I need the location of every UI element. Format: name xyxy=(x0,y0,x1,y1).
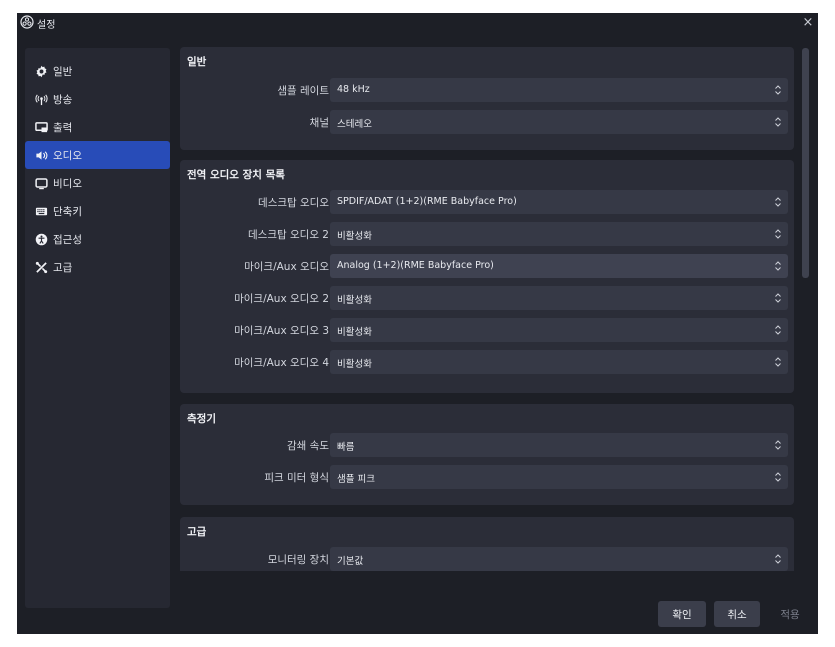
ok-button[interactable]: 확인 xyxy=(658,601,706,627)
section-title: 측정기 xyxy=(187,413,216,425)
sidebar-item-stream[interactable]: 방송 xyxy=(25,85,170,113)
chevron-updown-icon xyxy=(775,325,781,335)
desktop-audio-2-label: 데스크탑 오디오 2 xyxy=(248,229,329,241)
select-value: 기본값 xyxy=(337,556,364,567)
desktop-audio-2-select[interactable]: 비활성화 xyxy=(330,222,788,246)
chevron-updown-icon xyxy=(775,229,781,239)
sidebar-item-general[interactable]: 일반 xyxy=(25,57,170,85)
mic-aux-audio-4-label: 마이크/Aux 오디오 4 xyxy=(234,357,329,369)
section-title: 일반 xyxy=(187,56,207,68)
chevron-updown-icon xyxy=(775,357,781,367)
sample-rate-row: 샘플 레이트 48 kHz xyxy=(180,78,794,102)
desktop-audio-label: 데스크탑 오디오 xyxy=(258,197,329,209)
output-icon xyxy=(34,120,48,134)
keyboard-icon xyxy=(34,204,48,218)
mic-aux-audio-4-select[interactable]: 비활성화 xyxy=(330,350,788,374)
title-bar: 설정 × xyxy=(17,13,818,33)
sidebar-item-hotkeys[interactable]: 단축키 xyxy=(25,197,170,225)
decay-rate-select[interactable]: 빠름 xyxy=(330,433,788,457)
mic-aux-audio-label: 마이크/Aux 오디오 xyxy=(244,261,329,273)
decay-rate-label: 감쇄 속도 xyxy=(287,440,329,452)
global-audio-devices-section: 전역 오디오 장치 목록 데스크탑 오디오 SPDIF/ADAT (1+2)(R… xyxy=(180,160,794,393)
content-scrollbar[interactable] xyxy=(800,48,812,572)
obs-logo-icon xyxy=(20,15,34,29)
antenna-icon xyxy=(34,92,48,106)
desktop-audio-2-row: 데스크탑 오디오 2 비활성화 xyxy=(180,222,794,246)
select-value: 스테레오 xyxy=(337,119,372,130)
tools-icon xyxy=(34,260,48,274)
select-value: 샘플 피크 xyxy=(337,474,375,485)
sidebar-item-label: 방송 xyxy=(53,93,73,106)
channels-select[interactable]: 스테레오 xyxy=(330,110,788,134)
sidebar-item-label: 출력 xyxy=(53,121,73,134)
channels-row: 채널 스테레오 xyxy=(180,110,794,134)
monitor-icon xyxy=(34,176,48,190)
mic-aux-audio-4-row: 마이크/Aux 오디오 4 비활성화 xyxy=(180,350,794,374)
select-value: 빠름 xyxy=(337,442,355,453)
sidebar-item-audio[interactable]: 오디오 xyxy=(25,141,170,169)
chevron-updown-icon xyxy=(775,261,781,271)
chevron-updown-icon xyxy=(775,554,781,564)
channels-label: 채널 xyxy=(309,117,329,129)
chevron-updown-icon xyxy=(775,440,781,450)
peak-meter-type-select[interactable]: 샘플 피크 xyxy=(330,465,788,489)
sidebar-item-label: 고급 xyxy=(53,261,73,274)
sidebar-item-label: 일반 xyxy=(53,65,73,78)
chevron-updown-icon xyxy=(775,117,781,127)
select-value: SPDIF/ADAT (1+2)(RME Babyface Pro) xyxy=(337,196,517,207)
monitoring-device-label: 모니터링 장치 xyxy=(267,554,329,566)
general-section: 일반 샘플 레이트 48 kHz 채널 스테레오 xyxy=(180,47,794,150)
speaker-icon xyxy=(34,148,48,162)
mic-aux-audio-2-label: 마이크/Aux 오디오 2 xyxy=(234,293,329,305)
window-title: 설정 xyxy=(37,20,56,31)
select-value: Analog (1+2)(RME Babyface Pro) xyxy=(337,260,494,271)
sidebar-item-label: 비디오 xyxy=(53,177,82,190)
sidebar-item-advanced[interactable]: 고급 xyxy=(25,253,170,281)
sidebar-item-label: 오디오 xyxy=(53,149,82,162)
select-value: 48 kHz xyxy=(337,84,370,95)
meters-section: 측정기 감쇄 속도 빠름 피크 미터 형식 샘플 피크 xyxy=(180,404,794,505)
mic-aux-audio-3-label: 마이크/Aux 오디오 3 xyxy=(234,325,329,337)
close-icon[interactable]: × xyxy=(800,14,816,31)
monitoring-device-select[interactable]: 기본값 xyxy=(330,547,788,571)
chevron-updown-icon xyxy=(775,472,781,482)
select-value: 비활성화 xyxy=(337,231,372,242)
section-title: 전역 오디오 장치 목록 xyxy=(187,169,285,181)
sample-rate-select[interactable]: 48 kHz xyxy=(330,78,788,102)
sidebar-item-video[interactable]: 비디오 xyxy=(25,169,170,197)
section-title: 고급 xyxy=(187,526,207,538)
mic-aux-audio-2-row: 마이크/Aux 오디오 2 비활성화 xyxy=(180,286,794,310)
scrollbar-thumb[interactable] xyxy=(802,48,809,278)
sidebar-item-accessibility[interactable]: 접근성 xyxy=(25,225,170,253)
cancel-button[interactable]: 취소 xyxy=(714,601,760,627)
mic-aux-audio-select[interactable]: Analog (1+2)(RME Babyface Pro) xyxy=(330,254,788,278)
peak-meter-type-label: 피크 미터 형식 xyxy=(264,472,329,484)
decay-rate-row: 감쇄 속도 빠름 xyxy=(180,433,794,457)
accessibility-icon xyxy=(34,232,48,246)
chevron-updown-icon xyxy=(775,85,781,95)
mic-aux-audio-3-select[interactable]: 비활성화 xyxy=(330,318,788,342)
select-value: 비활성화 xyxy=(337,327,372,338)
select-value: 비활성화 xyxy=(337,295,372,306)
desktop-audio-row: 데스크탑 오디오 SPDIF/ADAT (1+2)(RME Babyface P… xyxy=(180,190,794,214)
mic-aux-audio-3-row: 마이크/Aux 오디오 3 비활성화 xyxy=(180,318,794,342)
sample-rate-label: 샘플 레이트 xyxy=(277,85,329,97)
sidebar-item-label: 접근성 xyxy=(53,233,82,246)
settings-sidebar: 일반 방송 출력 오디오 비디오 단축키 접근성 고급 xyxy=(25,48,170,608)
monitoring-device-row: 모니터링 장치 기본값 xyxy=(180,547,794,571)
settings-window: 설정 × 일반 방송 출력 오디오 비디오 단축키 접근성 고급 일반 샘플 레… xyxy=(17,13,818,634)
mic-aux-audio-2-select[interactable]: 비활성화 xyxy=(330,286,788,310)
desktop-audio-select[interactable]: SPDIF/ADAT (1+2)(RME Babyface Pro) xyxy=(330,190,788,214)
chevron-updown-icon xyxy=(775,293,781,303)
gear-icon xyxy=(34,64,48,78)
chevron-updown-icon xyxy=(775,197,781,207)
mic-aux-audio-row: 마이크/Aux 오디오 Analog (1+2)(RME Babyface Pr… xyxy=(180,254,794,278)
sidebar-item-label: 단축키 xyxy=(53,205,82,218)
select-value: 비활성화 xyxy=(337,359,372,370)
sidebar-item-output[interactable]: 출력 xyxy=(25,113,170,141)
advanced-section: 고급 모니터링 장치 기본값 xyxy=(180,517,794,571)
audio-settings-content: 일반 샘플 레이트 48 kHz 채널 스테레오 전역 오디오 장치 목록 데스… xyxy=(180,47,794,571)
peak-meter-type-row: 피크 미터 형식 샘플 피크 xyxy=(180,465,794,489)
apply-button[interactable]: 적용 xyxy=(767,601,813,627)
